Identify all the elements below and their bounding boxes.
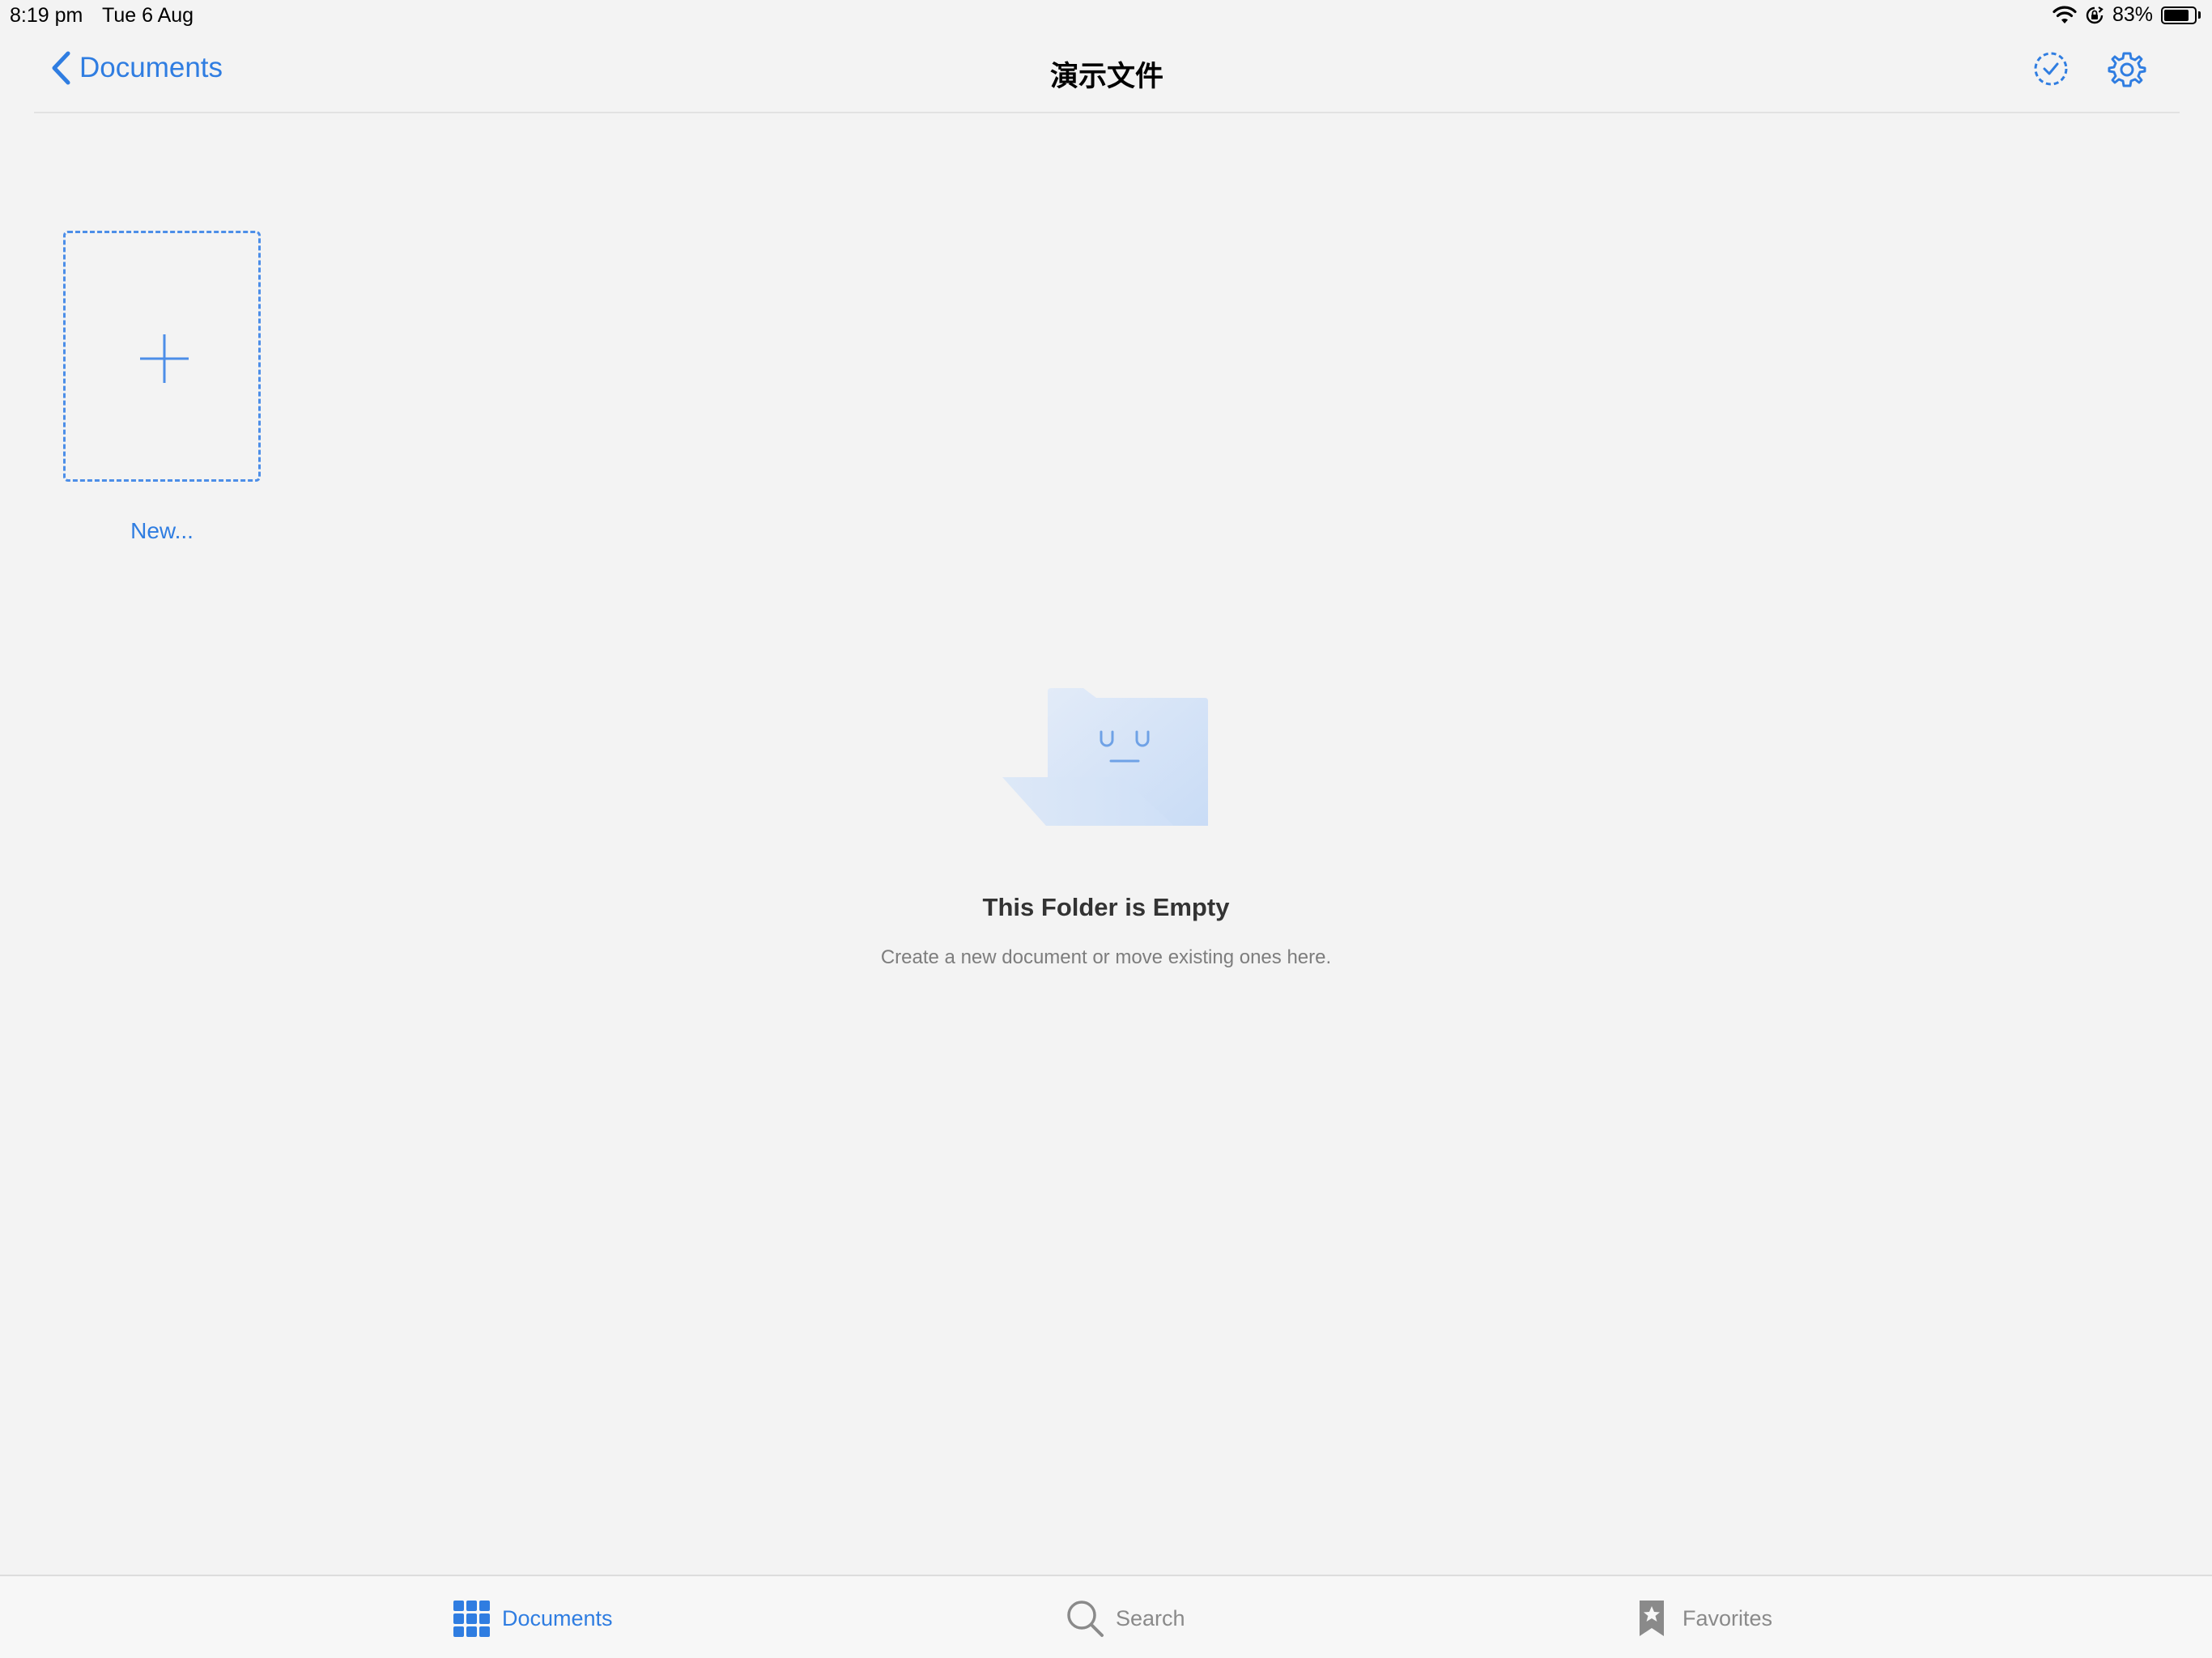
status-time: 8:19 pm xyxy=(10,4,83,27)
battery-icon xyxy=(2161,6,2197,24)
battery-tip xyxy=(2198,11,2201,19)
empty-state-subtitle: Create a new document or move existing o… xyxy=(880,946,1332,968)
new-document-label[interactable]: New... xyxy=(63,518,261,544)
navigation-bar: Documents 演示文件 xyxy=(34,32,2180,113)
empty-state-title: This Folder is Empty xyxy=(982,893,1230,921)
new-document-tile[interactable] xyxy=(63,231,261,482)
select-icon[interactable] xyxy=(2031,49,2071,89)
bookmark-star-icon xyxy=(1640,1601,1664,1636)
plus-icon xyxy=(140,334,189,383)
tab-favorites-label: Favorites xyxy=(1682,1605,1773,1630)
wifi-icon xyxy=(2052,6,2077,23)
empty-folder-icon xyxy=(1002,688,1208,826)
app-screen: 8:19 pm Tue 6 Aug 83% Documents 演示文件 New… xyxy=(0,0,2212,1658)
search-icon xyxy=(1067,1601,1104,1637)
status-indicators: 83% xyxy=(2052,3,2201,27)
tab-documents-label: Documents xyxy=(502,1605,613,1630)
gear-icon[interactable] xyxy=(2107,49,2147,89)
battery-level xyxy=(2164,9,2189,21)
tab-bar: Documents Search Favorites xyxy=(0,1575,2212,1658)
orientation-lock-icon xyxy=(2086,6,2104,23)
back-button-label: Documents xyxy=(79,52,223,83)
page-title: 演示文件 xyxy=(1049,61,1163,92)
tab-search-label: Search xyxy=(1116,1605,1185,1630)
tab-search[interactable]: Search xyxy=(1066,1599,1185,1638)
status-bar: 8:19 pm Tue 6 Aug 83% xyxy=(0,0,2212,32)
back-button[interactable]: Documents xyxy=(50,50,223,86)
grid-icon xyxy=(453,1601,490,1637)
tab-documents[interactable]: Documents xyxy=(452,1599,613,1638)
nav-actions xyxy=(2031,49,2147,89)
tab-favorites[interactable]: Favorites xyxy=(1632,1599,1772,1638)
battery-percent: 83% xyxy=(2112,3,2153,26)
status-date: Tue 6 Aug xyxy=(102,4,194,27)
chevron-left-icon xyxy=(52,51,70,85)
